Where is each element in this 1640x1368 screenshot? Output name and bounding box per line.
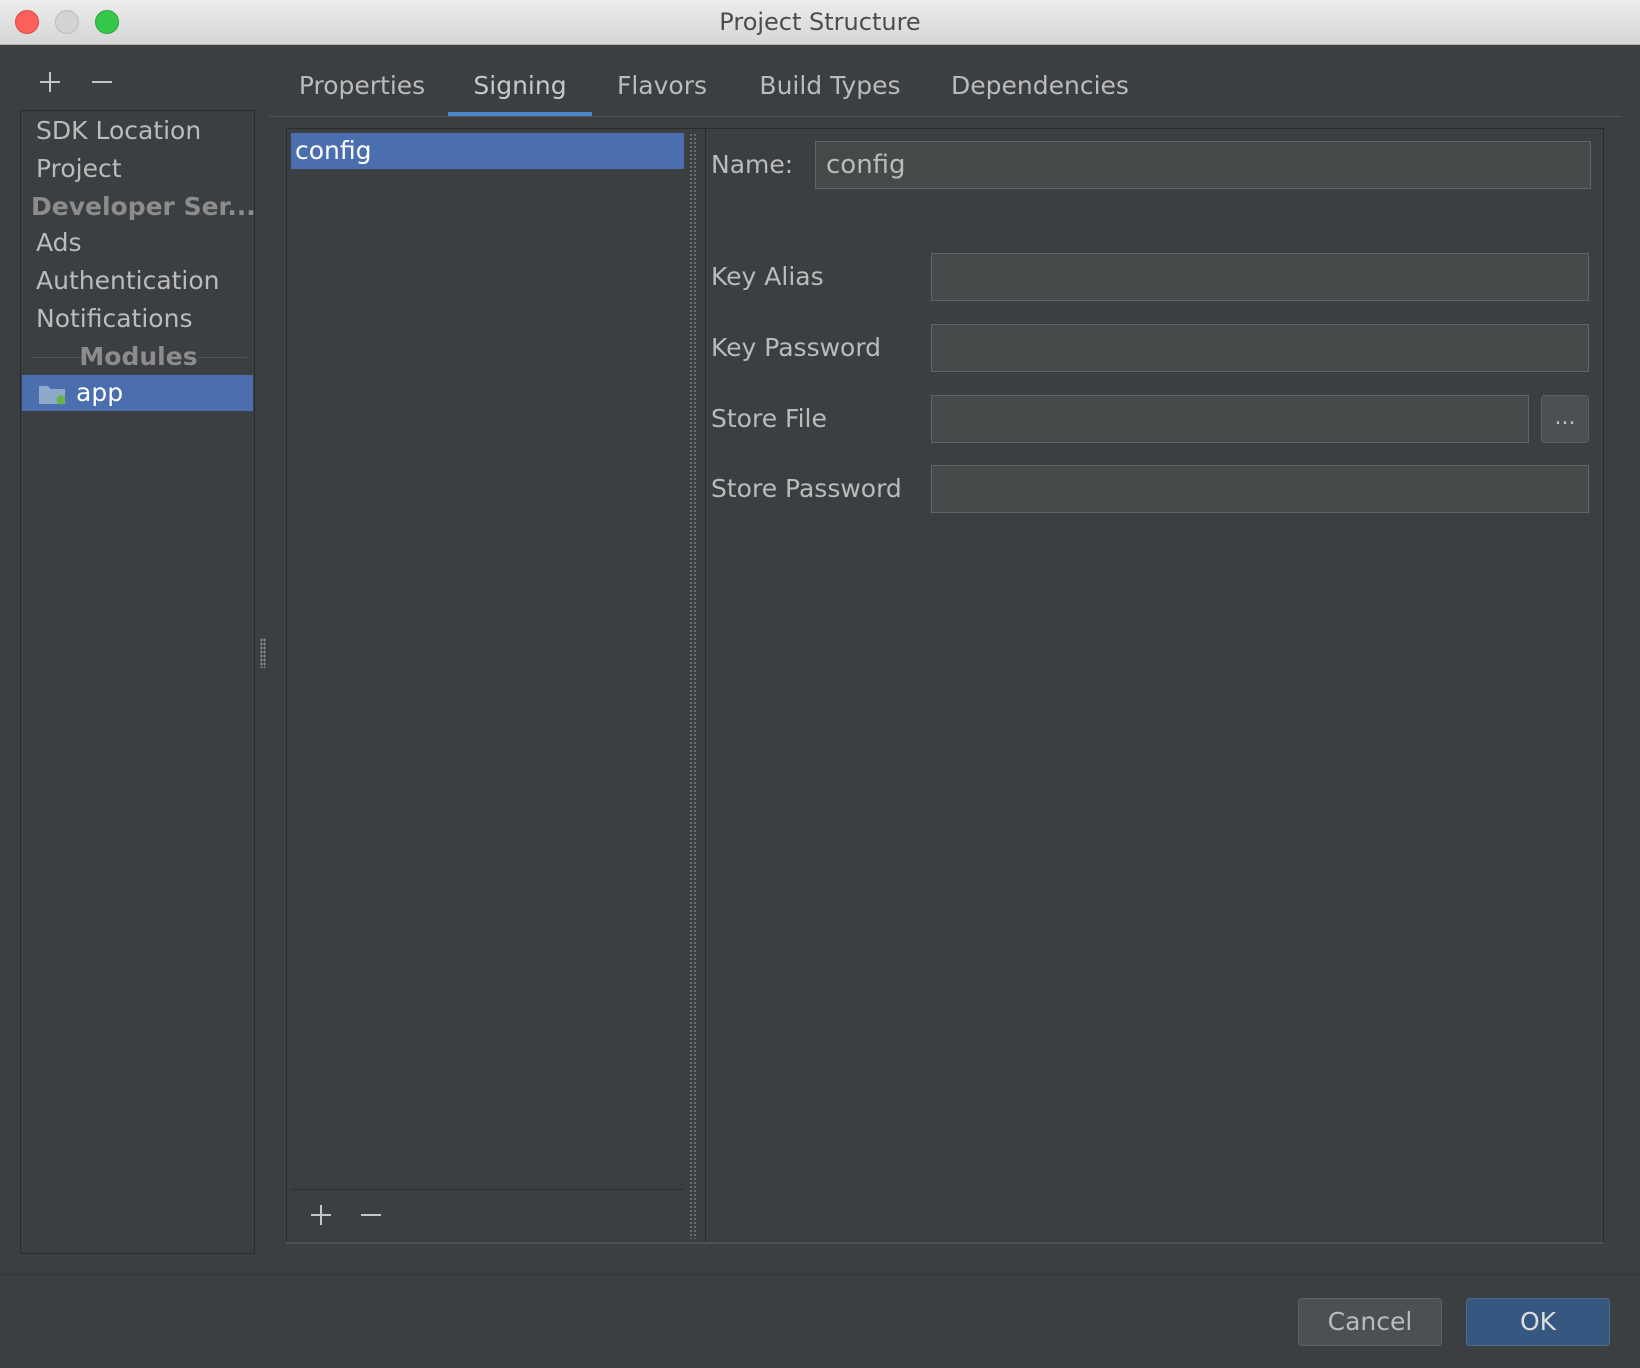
name-field[interactable] bbox=[815, 141, 1591, 189]
key-password-label: Key Password bbox=[711, 333, 882, 362]
sidebar-splitter-handle[interactable] bbox=[260, 638, 266, 668]
signing-config-list: config bbox=[291, 133, 684, 1237]
remove-signing-config-button[interactable] bbox=[353, 1197, 389, 1233]
footer-divider bbox=[0, 1274, 1640, 1275]
add-signing-config-button[interactable] bbox=[303, 1197, 339, 1233]
store-file-field[interactable] bbox=[931, 395, 1529, 443]
sidebar-item-sdk-location[interactable]: SDK Location bbox=[36, 113, 201, 149]
name-label: Name: bbox=[711, 150, 794, 179]
sidebar-item-label: app bbox=[76, 378, 124, 407]
sidebar-item-authentication[interactable]: Authentication bbox=[36, 263, 220, 299]
sidebar-item-notifications[interactable]: Notifications bbox=[36, 301, 192, 337]
tab-signing[interactable]: Signing bbox=[448, 60, 592, 112]
sidebar-group-developer-services: Developer Ser... bbox=[31, 192, 256, 221]
list-splitter-handle[interactable] bbox=[689, 133, 697, 1239]
remove-module-button[interactable] bbox=[84, 64, 120, 100]
modules-separator: Modules bbox=[21, 339, 256, 375]
tab-properties[interactable]: Properties bbox=[290, 60, 434, 112]
sidebar-list: SDK Location Project Developer Ser... Ad… bbox=[20, 110, 256, 1254]
window-title: Project Structure bbox=[719, 8, 921, 36]
key-alias-label: Key Alias bbox=[711, 262, 824, 291]
key-password-field[interactable] bbox=[931, 324, 1589, 372]
signing-panel: config Name: Key Alias Key Password Stor… bbox=[286, 128, 1604, 1244]
store-file-label: Store File bbox=[711, 404, 827, 433]
signing-config-label: config bbox=[295, 136, 372, 165]
tab-flavors[interactable]: Flavors bbox=[606, 60, 718, 112]
ok-button[interactable]: OK bbox=[1466, 1298, 1610, 1346]
store-password-label: Store Password bbox=[711, 474, 902, 503]
sidebar-item-project[interactable]: Project bbox=[36, 151, 122, 187]
module-folder-icon bbox=[39, 386, 66, 405]
content-bottom-border bbox=[286, 1242, 1604, 1244]
add-module-button[interactable] bbox=[32, 64, 68, 100]
panel-divider bbox=[705, 129, 706, 1243]
project-structure-dialog: Project Structure SDK Location Project D… bbox=[0, 0, 1640, 1368]
tab-build-types[interactable]: Build Types bbox=[748, 60, 912, 112]
browse-store-file-button[interactable]: ... bbox=[1541, 395, 1589, 443]
store-password-field[interactable] bbox=[931, 465, 1589, 513]
sidebar-item-app[interactable]: app bbox=[22, 375, 253, 411]
cancel-button[interactable]: Cancel bbox=[1298, 1298, 1442, 1346]
title-bar: Project Structure bbox=[0, 0, 1640, 45]
list-toolbar-divider bbox=[291, 1189, 684, 1190]
tab-bar-divider bbox=[270, 116, 1620, 117]
tab-dependencies[interactable]: Dependencies bbox=[944, 60, 1136, 112]
key-alias-field[interactable] bbox=[931, 253, 1589, 301]
signing-config-item[interactable]: config bbox=[291, 133, 684, 169]
sidebar-item-ads[interactable]: Ads bbox=[36, 225, 82, 261]
